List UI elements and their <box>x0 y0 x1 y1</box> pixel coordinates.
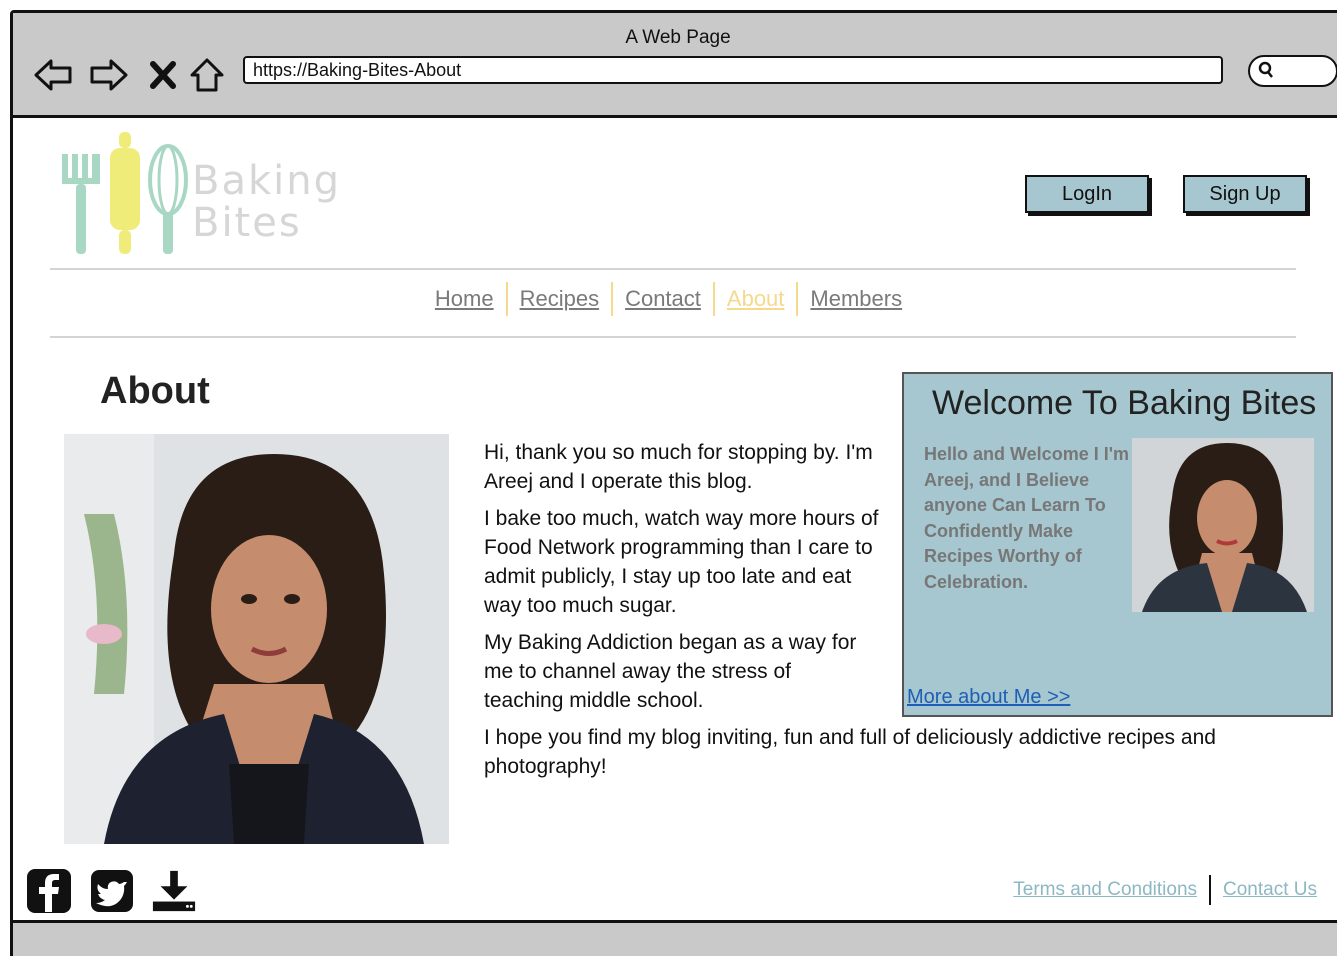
divider-top <box>50 268 1296 270</box>
welcome-title: Welcome To Baking Bites <box>932 384 1317 422</box>
forward-arrow-icon[interactable] <box>87 53 131 97</box>
author-photo <box>64 434 449 844</box>
contact-us-link[interactable]: Contact Us <box>1211 879 1329 901</box>
bio-paragraph-3: My Baking Addiction began as a way for m… <box>484 631 857 712</box>
footer-links: Terms and Conditions Contact Us <box>1001 875 1329 905</box>
close-x-icon[interactable] <box>141 53 185 97</box>
baking-tools-icon <box>62 132 188 254</box>
facebook-icon[interactable] <box>26 868 72 914</box>
welcome-photo <box>1132 438 1314 612</box>
search-icon <box>1258 61 1274 84</box>
site-logo[interactable]: Baking Bites <box>58 130 358 258</box>
terms-link[interactable]: Terms and Conditions <box>1001 879 1209 901</box>
back-arrow-icon[interactable] <box>31 53 75 97</box>
bio-paragraph-2: I bake too much, watch way more hours of… <box>484 507 879 617</box>
nav-item-contact[interactable]: Contact <box>613 286 713 312</box>
bio-paragraph-4: I hope you find my blog inviting, fun an… <box>484 726 1216 778</box>
nav-item-recipes[interactable]: Recipes <box>508 286 611 312</box>
address-bar[interactable]: https://Baking-Bites-About <box>243 56 1223 84</box>
login-button[interactable]: LogIn <box>1025 175 1149 213</box>
browser-search-field[interactable] <box>1248 55 1337 87</box>
window-title: A Web Page <box>625 27 731 48</box>
status-bar <box>13 920 1337 956</box>
welcome-card: Welcome To Baking Bites Hello and Welcom… <box>902 372 1333 717</box>
twitter-icon[interactable] <box>89 868 135 914</box>
logo-text: Baking Bites <box>192 160 341 244</box>
logo-line-2: Bites <box>192 200 302 246</box>
welcome-text: Hello and Welcome I I'm Areej, and I Bel… <box>924 444 1129 592</box>
divider-bottom <box>50 336 1296 338</box>
bio-paragraph-1: Hi, thank you so much for stopping by. I… <box>484 441 873 493</box>
signup-button[interactable]: Sign Up <box>1183 175 1307 213</box>
nav-item-home[interactable]: Home <box>423 286 506 312</box>
logo-line-1: Baking <box>192 158 341 204</box>
nav-item-members[interactable]: Members <box>798 286 914 312</box>
browser-toolbar: A Web Page https://Baking-Bites-About <box>13 13 1337 118</box>
download-icon[interactable] <box>151 868 197 914</box>
home-icon[interactable] <box>185 53 229 97</box>
nav-item-about[interactable]: About <box>715 286 797 312</box>
page-title: About <box>100 370 210 412</box>
more-about-me-link[interactable]: More about Me >> <box>907 686 1070 709</box>
main-nav: Home Recipes Contact About Members <box>0 282 1337 316</box>
